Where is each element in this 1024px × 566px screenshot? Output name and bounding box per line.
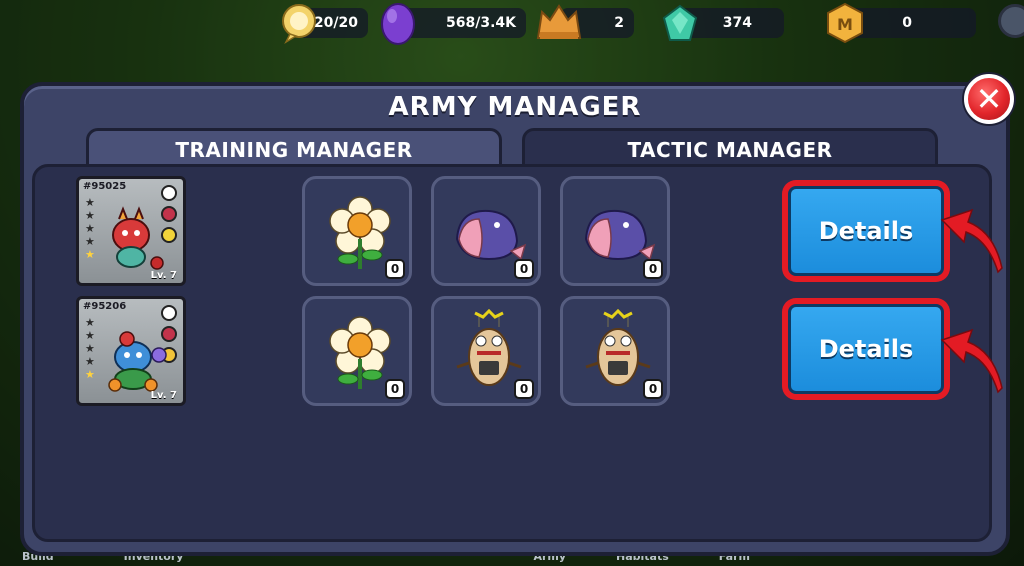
star-icon: ★ bbox=[85, 355, 95, 368]
svg-text:M: M bbox=[837, 15, 853, 34]
pointer-arrow-icon bbox=[940, 208, 1003, 274]
energy-icon bbox=[282, 4, 316, 44]
close-button[interactable]: ✕ bbox=[964, 74, 1014, 124]
star-icon: ★ bbox=[85, 368, 95, 381]
star-icon: ★ bbox=[85, 248, 95, 261]
army-id: #95206 bbox=[83, 301, 127, 312]
close-icon: ✕ bbox=[975, 80, 1003, 118]
energy-value: 20/20 bbox=[313, 15, 358, 31]
army-level: Lv. 7 bbox=[150, 390, 177, 401]
unit-count: 0 bbox=[385, 379, 405, 399]
star-icon: ★ bbox=[85, 329, 95, 342]
tab-tactic-manager[interactable]: TACTIC MANAGER bbox=[522, 128, 938, 168]
egg-value: 568/3.4K bbox=[446, 15, 516, 31]
creature-sprite bbox=[108, 331, 167, 392]
unit-count: 0 bbox=[385, 259, 405, 279]
unit-count: 0 bbox=[514, 379, 534, 399]
paw-icon bbox=[161, 305, 177, 321]
details-button[interactable]: Details bbox=[782, 180, 950, 282]
unit-count: 0 bbox=[643, 379, 663, 399]
details-label: Details bbox=[788, 186, 944, 276]
tab-training-manager[interactable]: TRAINING MANAGER bbox=[86, 128, 502, 168]
star-icon: ★ bbox=[85, 342, 95, 355]
unit-slot[interactable]: 0 bbox=[560, 296, 670, 406]
unit-slot[interactable]: 0 bbox=[560, 176, 670, 286]
star-icon: ★ bbox=[85, 235, 95, 248]
army-card[interactable]: #95025 ★ ★ ★ ★ ★ Lv. 7 bbox=[76, 176, 186, 286]
star-rating: ★ ★ ★ ★ ★ bbox=[85, 197, 96, 260]
egg-icon bbox=[381, 3, 415, 45]
army-value: 2 bbox=[614, 15, 624, 31]
army-id: #95025 bbox=[83, 181, 127, 192]
panel-title: ARMY MANAGER bbox=[388, 92, 642, 122]
unit-count: 0 bbox=[643, 259, 663, 279]
settings-gear-icon[interactable] bbox=[998, 4, 1024, 38]
unit-slot[interactable]: 0 bbox=[431, 176, 541, 286]
army-card[interactable]: #95206 ★ ★ ★ ★ ★ Lv. 7 bbox=[76, 296, 186, 406]
pointer-arrow-icon bbox=[940, 328, 1003, 394]
army-level: Lv. 7 bbox=[150, 270, 177, 281]
coin-counter[interactable]: 0 bbox=[848, 8, 976, 38]
unit-count: 0 bbox=[514, 259, 534, 279]
egg-counter[interactable]: 568/3.4K bbox=[400, 8, 526, 38]
star-icon: ★ bbox=[85, 222, 95, 235]
star-icon: ★ bbox=[85, 316, 95, 329]
creature-sprite bbox=[112, 206, 164, 270]
details-button[interactable]: Details bbox=[782, 298, 950, 400]
tab-label: TRAINING MANAGER bbox=[175, 138, 413, 162]
gem-icon bbox=[662, 4, 698, 41]
star-icon: ★ bbox=[85, 209, 95, 222]
army-icon bbox=[536, 4, 582, 39]
star-rating: ★ ★ ★ ★ ★ bbox=[85, 317, 96, 380]
gem-value: 374 bbox=[722, 15, 752, 31]
details-label: Details bbox=[788, 304, 944, 394]
coin-value: 0 bbox=[902, 15, 912, 31]
unit-slot[interactable]: 0 bbox=[302, 176, 412, 286]
tab-label: TACTIC MANAGER bbox=[627, 138, 833, 162]
unit-slot[interactable]: 0 bbox=[431, 296, 541, 406]
coin-icon: M bbox=[827, 2, 863, 44]
star-icon: ★ bbox=[85, 196, 95, 209]
unit-slot[interactable]: 0 bbox=[302, 296, 412, 406]
moon-icon bbox=[161, 185, 177, 201]
